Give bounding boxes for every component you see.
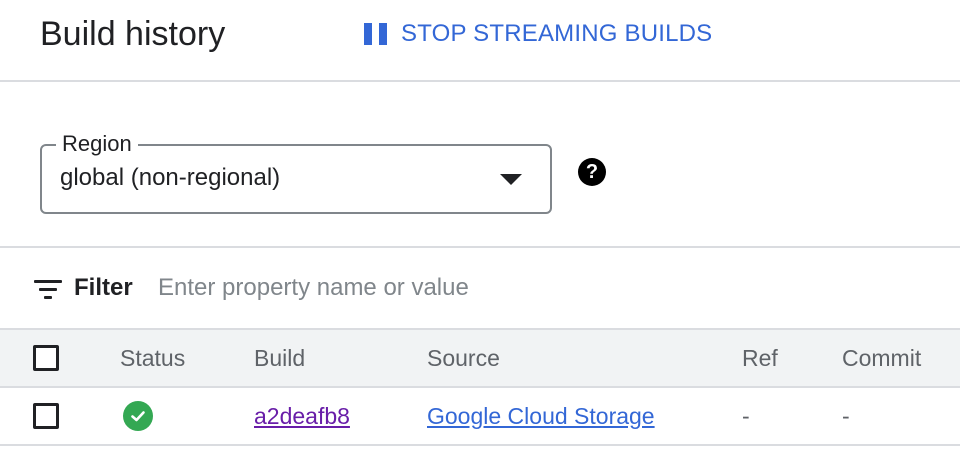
build-id-link[interactable]: a2deafb8: [254, 403, 350, 430]
ref-value: -: [742, 402, 750, 429]
builds-table: Status Build Source Ref Commit a2deafb8: [0, 330, 960, 446]
filter-label: Filter: [74, 274, 133, 301]
pause-icon: [364, 23, 387, 45]
stop-streaming-builds-label: STOP STREAMING BUILDS: [401, 20, 713, 47]
region-label: Region: [56, 130, 138, 158]
build-history-page: Build history STOP STREAMING BUILDS Regi…: [0, 0, 960, 464]
filter-bar: Filter: [0, 248, 960, 330]
page-title: Build history: [40, 15, 226, 53]
page-header: Build history STOP STREAMING BUILDS: [0, 0, 960, 82]
region-select[interactable]: Region global (non-regional): [40, 130, 552, 214]
table-header-row: Status Build Source Ref Commit: [0, 330, 960, 388]
column-header-ref[interactable]: Ref: [742, 330, 778, 386]
region-value: global (non-regional): [60, 164, 281, 191]
column-header-source[interactable]: Source: [427, 330, 500, 386]
source-link[interactable]: Google Cloud Storage: [427, 403, 655, 430]
chevron-down-icon: [500, 174, 522, 185]
row-checkbox[interactable]: [33, 403, 59, 429]
help-icon[interactable]: ?: [578, 158, 606, 186]
filter-icon: [34, 280, 62, 300]
column-header-status[interactable]: Status: [120, 330, 185, 386]
filter-input[interactable]: [158, 270, 918, 306]
stop-streaming-builds-button[interactable]: STOP STREAMING BUILDS: [360, 14, 712, 54]
table-row: a2deafb8 Google Cloud Storage - -: [0, 388, 960, 446]
column-header-commit[interactable]: Commit: [842, 330, 921, 386]
column-header-build[interactable]: Build: [254, 330, 305, 386]
check-circle-icon: [123, 401, 153, 431]
commit-value: -: [842, 402, 850, 429]
region-section: Region global (non-regional) ?: [0, 82, 960, 248]
select-all-checkbox[interactable]: [33, 345, 59, 371]
